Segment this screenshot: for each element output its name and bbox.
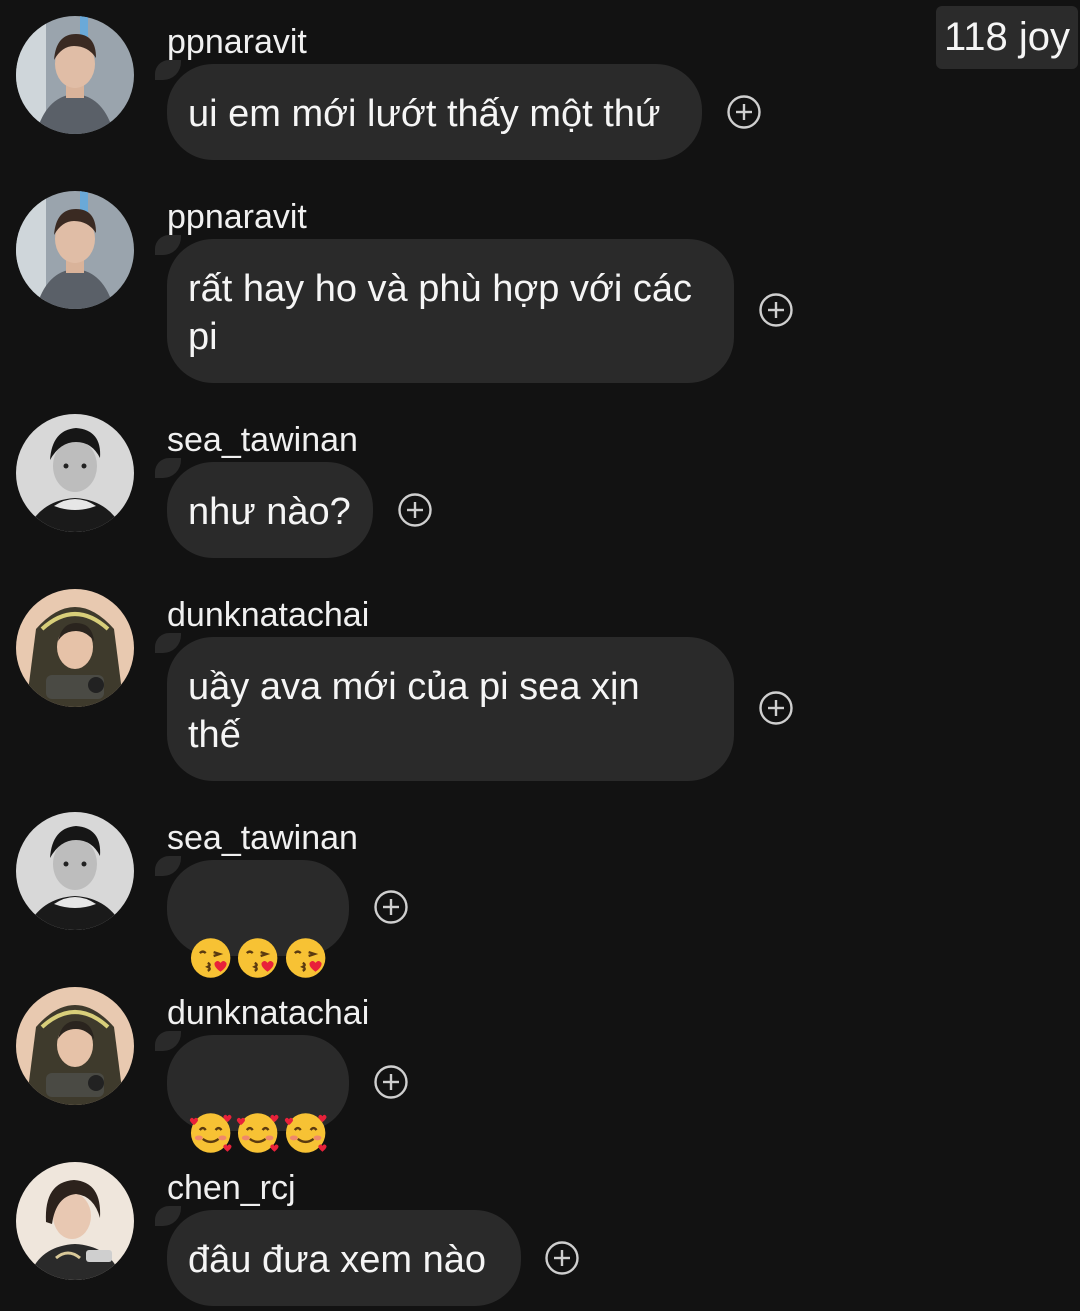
message-bubble[interactable]: đâu đưa xem nào — [155, 1206, 521, 1306]
add-reaction-icon[interactable] — [726, 94, 762, 130]
message-bubble[interactable]: như nào? — [155, 458, 373, 558]
kissing-heart-emoji — [285, 938, 326, 978]
smiling-hearts-emoji — [189, 1113, 232, 1153]
add-reaction-icon[interactable] — [758, 292, 794, 328]
username[interactable]: dunknatachai — [167, 593, 369, 637]
add-reaction-icon[interactable] — [544, 1240, 580, 1276]
username[interactable]: sea_tawinan — [167, 418, 358, 462]
add-reaction-icon[interactable] — [758, 690, 794, 726]
smiling-hearts-emoji — [237, 1113, 279, 1153]
username[interactable]: ppnaravit — [167, 195, 307, 239]
message-row: ppnaravit ui em mới lướt thấy một thứ — [0, 16, 1080, 160]
smiling-hearts-emoji — [284, 1113, 327, 1153]
message-row: ppnaravit rất hay ho và phù hợp với các … — [0, 191, 1080, 383]
add-reaction-icon[interactable] — [397, 492, 433, 528]
avatar[interactable] — [16, 16, 134, 134]
message-row: sea_tawinan — [0, 812, 1080, 978]
avatar[interactable] — [16, 191, 134, 309]
avatar[interactable] — [16, 812, 134, 930]
avatar[interactable] — [16, 589, 134, 707]
message-row: sea_tawinan như nào? — [0, 414, 1080, 558]
username[interactable]: chen_rcj — [167, 1166, 296, 1210]
message-bubble[interactable]: rất hay ho và phù hợp với các pi — [155, 235, 734, 383]
username[interactable]: dunknatachai — [167, 991, 369, 1035]
kissing-heart-emoji — [238, 938, 278, 978]
message-bubble[interactable] — [155, 856, 349, 978]
kissing-heart-emoji — [190, 938, 231, 978]
username[interactable]: sea_tawinan — [167, 816, 358, 860]
message-row: chen_rcj đâu đưa xem nào — [0, 1162, 1080, 1306]
emoji-row — [188, 934, 328, 982]
emoji-row — [188, 1109, 328, 1157]
add-reaction-icon[interactable] — [373, 1064, 409, 1100]
avatar[interactable] — [16, 414, 134, 532]
add-reaction-icon[interactable] — [373, 889, 409, 925]
message-bubble[interactable] — [155, 1031, 349, 1153]
message-bubble[interactable]: uầy ava mới của pi sea xịn thế — [155, 633, 734, 781]
message-row: dunknatachai — [0, 987, 1080, 1153]
username[interactable]: ppnaravit — [167, 20, 307, 64]
message-bubble[interactable]: ui em mới lướt thấy một thứ — [155, 60, 702, 160]
avatar[interactable] — [16, 1162, 134, 1280]
message-row: dunknatachai uầy ava mới của pi sea xịn … — [0, 589, 1080, 781]
avatar[interactable] — [16, 987, 134, 1105]
